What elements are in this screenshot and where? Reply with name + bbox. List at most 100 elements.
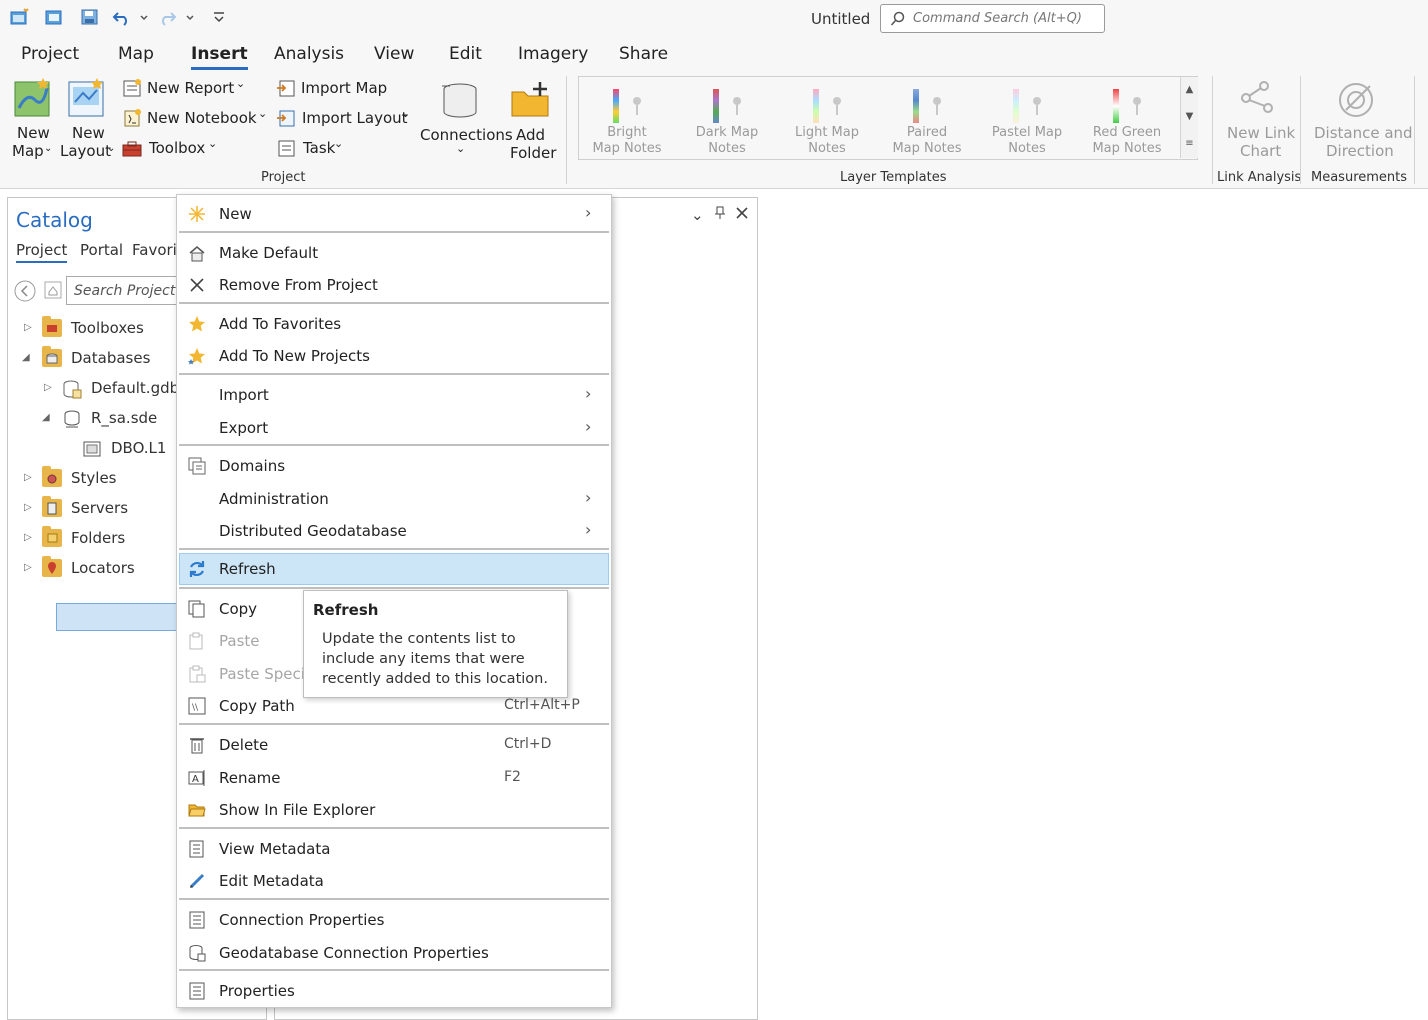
- expand-arrow-icon[interactable]: ▷: [24, 562, 32, 573]
- menu-item-properties[interactable]: Properties: [179, 975, 609, 1007]
- redo-icon[interactable]: [157, 8, 177, 26]
- red-green-map-notes-template[interactable]: Red Green Map Notes: [1079, 85, 1175, 165]
- open-project-icon[interactable]: [45, 8, 65, 26]
- paired-map-notes-template[interactable]: Paired Map Notes: [879, 85, 975, 165]
- group-divider: [566, 76, 567, 184]
- gallery-expand-icon[interactable]: ≡: [1180, 131, 1198, 158]
- save-project-icon[interactable]: [80, 8, 100, 26]
- pin-icon[interactable]: [714, 206, 726, 224]
- catalog-tab-portal[interactable]: Portal: [80, 241, 123, 259]
- menu-item-add-to-favorites[interactable]: Add To Favorites: [179, 308, 609, 340]
- domains-icon: [188, 457, 206, 475]
- gallery-scroll-up-icon[interactable]: ▲: [1180, 77, 1198, 104]
- chevron-down-icon: ⌄: [208, 137, 218, 150]
- pane-options-chevron-icon[interactable]: ⌄: [691, 206, 704, 224]
- new-report-button[interactable]: New Report ⌄: [122, 77, 250, 102]
- dark-map-notes-template[interactable]: Dark Map Notes: [679, 85, 775, 165]
- menu-separator: [179, 969, 609, 971]
- menu-separator: [179, 723, 609, 725]
- svg-text:\\: \\: [192, 703, 199, 713]
- distance-and-direction-button[interactable]: Distance and Direction: [1306, 76, 1413, 160]
- catalog-tab-project[interactable]: Project: [16, 241, 68, 263]
- tab-edit[interactable]: Edit: [449, 44, 482, 64]
- tab-view[interactable]: View: [374, 44, 414, 64]
- back-arrow-icon[interactable]: [14, 280, 36, 306]
- template-label-1: Red Green: [1092, 125, 1162, 140]
- import-map-icon: [277, 80, 295, 97]
- menu-item-new[interactable]: New ›: [179, 198, 609, 230]
- undo-dropdown-icon[interactable]: [139, 8, 149, 26]
- task-button[interactable]: Task ⌄: [276, 137, 356, 162]
- menu-item-remove-from-project[interactable]: Remove From Project: [179, 269, 609, 301]
- add-folder-button[interactable]: Add Folder: [508, 78, 557, 162]
- bright-map-notes-template[interactable]: Bright Map Notes: [579, 85, 675, 165]
- tab-map[interactable]: Map: [118, 44, 154, 64]
- connections-button[interactable]: Connections ⌄: [418, 78, 513, 162]
- menu-item-administration[interactable]: Administration ›: [179, 483, 609, 515]
- command-search-input[interactable]: Command Search (Alt+Q): [880, 4, 1105, 33]
- menu-shortcut: Ctrl+Alt+P: [504, 697, 580, 713]
- expand-arrow-icon[interactable]: ▷: [44, 382, 52, 393]
- import-map-button[interactable]: Import Map: [276, 78, 388, 102]
- new-link-chart-label-1: New Link: [1227, 124, 1296, 142]
- expand-arrow-icon[interactable]: ▷: [24, 322, 32, 333]
- tab-analysis[interactable]: Analysis: [274, 44, 344, 64]
- expand-arrow-icon[interactable]: ▷: [24, 502, 32, 513]
- menu-item-refresh[interactable]: Refresh: [179, 553, 609, 585]
- collapse-arrow-icon[interactable]: ◢: [42, 412, 50, 423]
- catalog-tab-favorites[interactable]: Favori: [132, 241, 177, 259]
- menu-item-connection-properties[interactable]: Connection Properties: [179, 904, 609, 936]
- import-map-label: Import Map: [301, 79, 388, 97]
- menu-item-geodatabase-connection-properties[interactable]: Geodatabase Connection Properties: [179, 937, 609, 969]
- undo-icon[interactable]: [112, 8, 132, 26]
- redo-dropdown-icon[interactable]: [185, 8, 195, 26]
- menu-item-distributed-geodatabase[interactable]: Distributed Geodatabase ›: [179, 515, 609, 547]
- new-project-icon[interactable]: [10, 8, 30, 26]
- collapse-arrow-icon[interactable]: ◢: [22, 352, 30, 363]
- tooltip-body: Update the contents list to include any …: [322, 631, 548, 687]
- menu-item-import[interactable]: Import ›: [179, 379, 609, 411]
- template-label-2: Notes: [708, 141, 746, 156]
- menu-label: Distributed Geodatabase: [219, 522, 407, 540]
- import-layout-label: Import Layout: [302, 109, 408, 127]
- pastel-map-notes-template[interactable]: Pastel Map Notes: [979, 85, 1075, 165]
- menu-item-edit-metadata[interactable]: Edit Metadata: [179, 865, 609, 897]
- rename-icon: A: [188, 769, 206, 787]
- menu-item-add-to-new-projects[interactable]: Add To New Projects: [179, 340, 609, 372]
- menu-item-export[interactable]: Export ›: [179, 412, 609, 444]
- new-map-button[interactable]: New Map ⌄: [10, 76, 56, 160]
- add-folder-label-2: Folder: [510, 144, 557, 162]
- menu-item-rename[interactable]: A Rename F2: [179, 762, 609, 794]
- search-icon: [890, 11, 906, 31]
- import-layout-button[interactable]: Import Layout ⌄: [276, 107, 416, 132]
- menu-item-view-metadata[interactable]: View Metadata: [179, 833, 609, 865]
- template-label-2: Notes: [1008, 141, 1046, 156]
- tab-imagery[interactable]: Imagery: [518, 44, 588, 64]
- toolbox-button[interactable]: Toolbox ⌄: [122, 137, 222, 162]
- ribbon: New Map ⌄ New Layout ⌄ New Report ⌄ New …: [0, 72, 1428, 189]
- new-layout-button[interactable]: New Layout ⌄: [60, 76, 118, 160]
- new-notebook-button[interactable]: New Notebook ⌄: [122, 107, 270, 132]
- home-icon[interactable]: [44, 280, 62, 304]
- menu-item-show-in-file-explorer[interactable]: Show In File Explorer: [179, 794, 609, 826]
- template-label-1: Dark Map: [695, 125, 759, 140]
- menu-item-delete[interactable]: Delete Ctrl+D: [179, 729, 609, 761]
- new-layout-label-2: Layout: [60, 142, 111, 160]
- expand-arrow-icon[interactable]: ▷: [24, 532, 32, 543]
- tab-share[interactable]: Share: [619, 44, 668, 64]
- close-icon[interactable]: [735, 206, 749, 224]
- light-map-notes-template[interactable]: Light Map Notes: [779, 85, 875, 165]
- menu-item-make-default[interactable]: Make Default: [179, 237, 609, 269]
- template-label-1: Pastel Map: [991, 125, 1063, 140]
- chevron-down-icon: ⌄: [456, 142, 466, 155]
- menu-item-domains[interactable]: Domains: [179, 450, 609, 482]
- menu-separator: [179, 231, 609, 233]
- tab-insert[interactable]: Insert: [191, 44, 248, 70]
- new-link-chart-button[interactable]: New Link Chart: [1220, 76, 1296, 160]
- customize-toolbar-icon[interactable]: [212, 8, 226, 26]
- expand-arrow-icon[interactable]: ▷: [24, 472, 32, 483]
- tree-label: Folders: [71, 529, 126, 547]
- tab-project[interactable]: Project: [21, 44, 79, 64]
- gallery-scroll-down-icon[interactable]: ▼: [1180, 104, 1198, 131]
- template-label-2: Map Notes: [892, 141, 962, 156]
